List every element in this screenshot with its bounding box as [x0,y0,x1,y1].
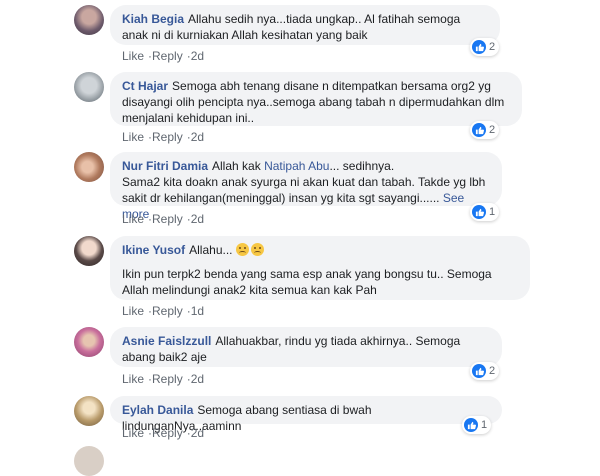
reaction-count[interactable]: 1 [462,416,492,434]
avatar[interactable] [74,396,104,426]
comment-actions: Like ·Reply ·2d [122,49,204,63]
reaction-number: 1 [481,419,488,431]
thumbs-up-icon [472,123,486,137]
like-link[interactable]: Like [122,49,144,63]
comment-actions: Like ·Reply ·2d [122,426,204,440]
comment-text-continued: Sama2 kita doakn anak syurga ni akan kua… [122,175,486,205]
reaction-number: 1 [489,206,496,218]
comment-actions: Like ·Reply ·2d [122,130,204,144]
timestamp[interactable]: 1d [191,304,204,318]
timestamp[interactable]: 2d [191,426,204,440]
thumbs-up-icon [472,364,486,378]
sad-face-emoji-icon [235,243,249,256]
reaction-count[interactable]: 1 [470,203,500,221]
reaction-number: 2 [489,365,496,377]
timestamp[interactable]: 2d [191,130,204,144]
like-link[interactable]: Like [122,130,144,144]
thumbs-up-icon [464,418,478,432]
avatar[interactable] [74,236,104,266]
sad-face-emoji-icon [250,243,264,256]
comment-text-continued: Ikin pun terpk2 benda yang sama esp anak… [122,267,492,297]
reaction-number: 2 [489,124,496,136]
like-link[interactable]: Like [122,372,144,386]
avatar[interactable] [74,327,104,357]
comment-text: ... sedihnya. [329,159,395,173]
reaction-count[interactable]: 2 [470,121,500,139]
comment-actions: Like ·Reply ·1d [122,304,204,318]
like-link[interactable]: Like [122,304,144,318]
timestamp[interactable]: 2d [191,372,204,386]
reply-link[interactable]: Reply [152,212,183,226]
reaction-count[interactable]: 2 [470,362,500,380]
reaction-number: 2 [489,41,496,53]
like-link[interactable]: Like [122,212,144,226]
reply-link[interactable]: Reply [152,49,183,63]
comment-author[interactable]: Ikine Yusof [122,243,185,257]
avatar[interactable] [74,5,104,35]
timestamp[interactable]: 2d [191,212,204,226]
comment-author[interactable]: Nur Fitri Damia [122,159,208,173]
comment-author[interactable]: Kiah Begia [122,12,184,26]
comment-author[interactable]: Ct Hajar [122,79,168,93]
avatar[interactable] [74,72,104,102]
like-link[interactable]: Like [122,426,144,440]
reply-link[interactable]: Reply [152,372,183,386]
comment-bubble: Kiah Begia Allahu sedih nya...tiada ungka… [110,5,500,45]
reply-link[interactable]: Reply [152,130,183,144]
comment-bubble: Asnie Faislzzull Allahuakbar, rindu yg ti… [110,327,502,367]
comment-text: Semoga abh tenang disane n ditempatkan b… [122,79,505,125]
thumbs-up-icon [472,40,486,54]
avatar[interactable] [74,446,104,476]
reaction-count[interactable]: 2 [470,38,500,56]
comment-bubble: Ct Hajar Semoga abh tenang disane n ditem… [110,72,522,126]
thumbs-up-icon [472,205,486,219]
comment-actions: Like ·Reply ·2d [122,212,204,226]
comment-author[interactable]: Asnie Faislzzull [122,334,211,348]
avatar[interactable] [74,152,104,182]
comment-actions: Like ·Reply ·2d [122,372,204,386]
reply-link[interactable]: Reply [152,426,183,440]
comment-author[interactable]: Eylah Danila [122,403,193,417]
mentioned-user[interactable]: Natipah Abu [264,159,329,173]
comment-text: Allahu... [189,243,233,257]
comment-bubble: Eylah Danila Semoga abang sentiasa di bwa… [110,396,502,433]
reply-link[interactable]: Reply [152,304,183,318]
timestamp[interactable]: 2d [191,49,204,63]
comment-text: Allah kak [212,159,261,173]
comment-bubble: Ikine Yusof Allahu... Ikin pun terpk2 ben… [110,236,530,300]
comment-bubble: Nur Fitri Damia Allah kak Natipah Abu... … [110,152,502,221]
